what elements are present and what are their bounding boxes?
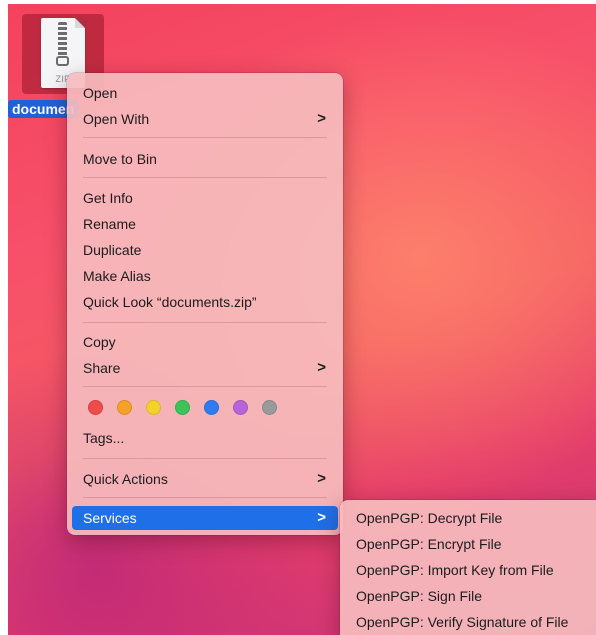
- menu-item-label: Copy: [83, 334, 116, 350]
- menu-item-duplicate[interactable]: Duplicate: [72, 238, 338, 262]
- tag-purple-dot[interactable]: [233, 400, 248, 415]
- chevron-right-icon: >: [317, 359, 326, 376]
- menu-item-label: Make Alias: [83, 268, 151, 284]
- menu-separator: [83, 322, 327, 323]
- menu-item-share[interactable]: Share >: [72, 356, 338, 380]
- menu-item-tags[interactable]: Tags...: [72, 426, 338, 450]
- tag-red-dot[interactable]: [88, 400, 103, 415]
- menu-separator: [83, 177, 327, 178]
- chevron-right-icon: >: [317, 509, 326, 526]
- menu-item-label: Share: [83, 360, 121, 376]
- menu-item-open[interactable]: Open: [72, 81, 338, 105]
- zipper-icon: [58, 22, 67, 56]
- context-menu: Open Open With > Move to Bin Get Info Re…: [67, 73, 343, 535]
- submenu-item-sign-file[interactable]: OpenPGP: Sign File: [345, 584, 596, 608]
- menu-item-make-alias[interactable]: Make Alias: [72, 264, 338, 288]
- menu-item-label: Open: [83, 85, 118, 101]
- submenu-item-encrypt-file[interactable]: OpenPGP: Encrypt File: [345, 532, 596, 556]
- menu-item-label: Rename: [83, 216, 136, 232]
- menu-item-label: Tags...: [83, 430, 125, 446]
- menu-separator: [83, 137, 327, 138]
- menu-item-quick-look[interactable]: Quick Look “documents.zip”: [72, 290, 338, 314]
- menu-item-move-to-bin[interactable]: Move to Bin: [72, 147, 338, 171]
- tag-yellow-dot[interactable]: [146, 400, 161, 415]
- menu-item-label: Quick Look “documents.zip”: [83, 294, 257, 310]
- menu-item-label: Open With: [83, 111, 150, 127]
- menu-separator: [83, 458, 327, 459]
- tag-gray-dot[interactable]: [262, 400, 277, 415]
- menu-item-services[interactable]: Services >: [72, 506, 338, 530]
- menu-item-label: Duplicate: [83, 242, 142, 258]
- menu-item-rename[interactable]: Rename: [72, 212, 338, 236]
- submenu-item-decrypt-file[interactable]: OpenPGP: Decrypt File: [345, 506, 596, 530]
- tag-orange-dot[interactable]: [117, 400, 132, 415]
- chevron-right-icon: >: [317, 470, 326, 487]
- submenu-item-import-key[interactable]: OpenPGP: Import Key from File: [345, 558, 596, 582]
- services-submenu: OpenPGP: Decrypt File OpenPGP: Encrypt F…: [340, 500, 596, 635]
- menu-item-get-info[interactable]: Get Info: [72, 186, 338, 210]
- submenu-item-verify-signature[interactable]: OpenPGP: Verify Signature of File: [345, 610, 596, 634]
- tag-blue-dot[interactable]: [204, 400, 219, 415]
- zipper-pull-icon: [56, 56, 69, 66]
- menu-item-copy[interactable]: Copy: [72, 330, 338, 354]
- menu-item-open-with[interactable]: Open With >: [72, 107, 338, 131]
- menu-item-label: Get Info: [83, 190, 133, 206]
- menu-item-label: Move to Bin: [83, 151, 157, 167]
- tag-green-dot[interactable]: [175, 400, 190, 415]
- menu-item-quick-actions[interactable]: Quick Actions >: [72, 467, 338, 491]
- menu-separator: [83, 497, 327, 498]
- page-corner: [75, 18, 85, 28]
- menu-item-label: Services: [83, 510, 137, 526]
- menu-separator: [83, 386, 327, 387]
- menu-item-label: Quick Actions: [83, 471, 168, 487]
- chevron-right-icon: >: [317, 110, 326, 127]
